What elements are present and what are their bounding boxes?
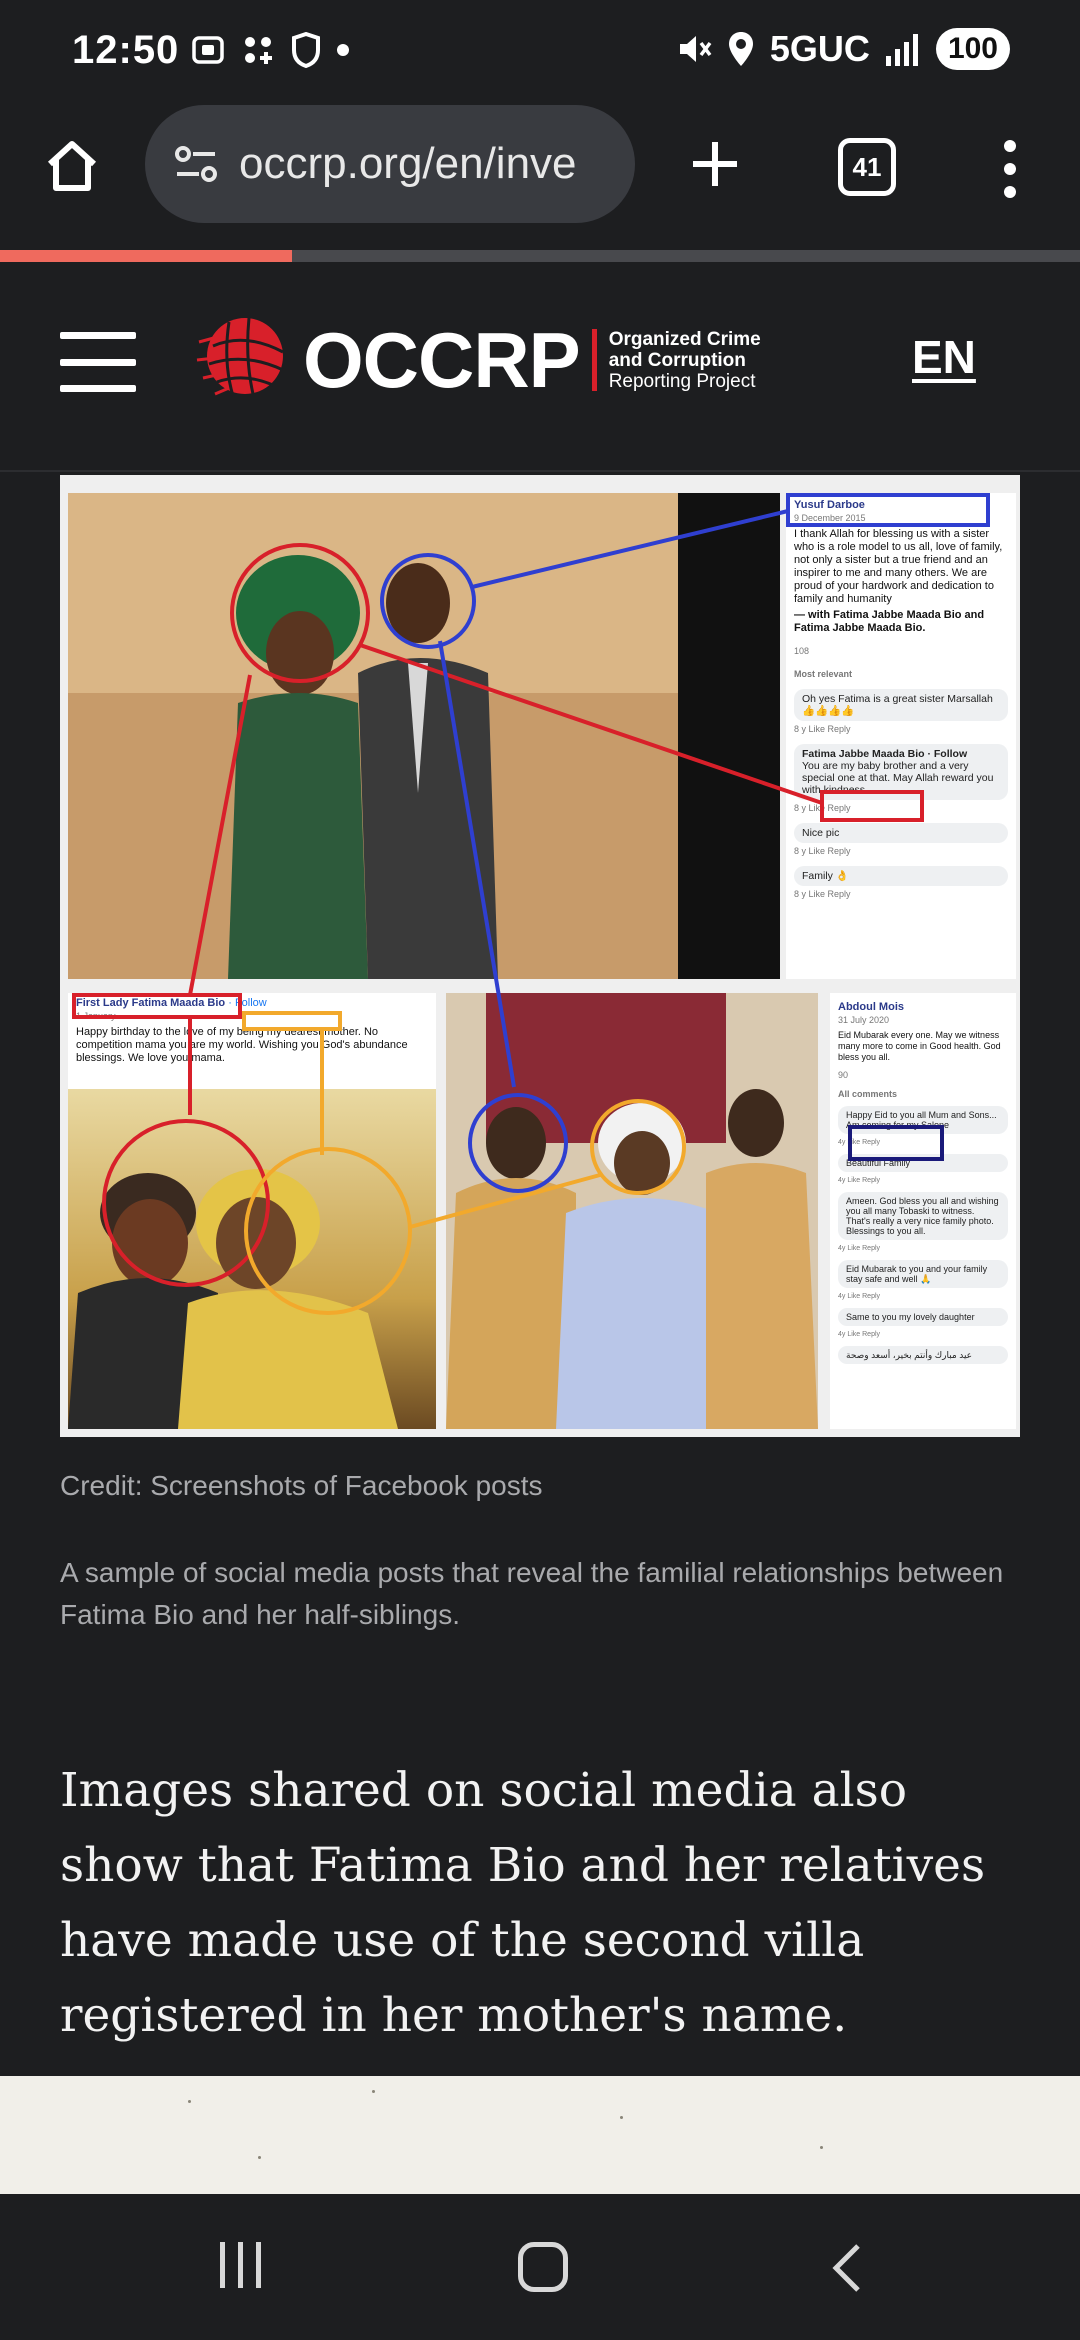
logo-divider [591,329,597,391]
figure-credit: Credit: Screenshots of Facebook posts [60,1470,543,1501]
comment: Oh yes Fatima is a great sister Marsalla… [794,689,1008,721]
page-load-progress [0,250,1080,262]
comment-sort: All comments [838,1089,898,1099]
tab-switcher-button[interactable]: 41 [838,138,896,196]
photo-family-illustration [446,993,818,1429]
screenshot-icon [192,36,224,64]
comment-sort: Most relevant [794,669,853,679]
photo-couple-illustration [68,493,780,979]
system-nav-bar [0,2194,1080,2340]
photo-couple [68,493,780,979]
post-author: Yusuf Darboe [794,499,865,511]
article-paragraph: Images shared on social media also show … [60,1763,986,2043]
signal-icon [885,34,918,66]
home-button[interactable] [36,130,108,202]
next-figure-top [0,2076,1080,2194]
shield-icon [292,32,320,68]
new-tab-button[interactable] [680,124,750,204]
comment: Ameen. God bless you all and wishing you… [838,1192,1008,1240]
photo-mother-daughter-illustration [68,1169,398,1429]
figure-caption: A sample of social media posts that reve… [60,1557,1004,1630]
back-icon [832,2244,860,2292]
comment: Nice pic [794,823,1008,843]
tab-count: 41 [852,151,882,182]
notification-icons [190,32,350,68]
location-icon [728,32,753,66]
post-tagged: — with Fatima Jabbe Maada Bio and Fatima… [794,609,985,634]
browser-menu-button[interactable] [990,134,1030,204]
language-switch[interactable]: EN [912,330,976,384]
photo-mother-daughter: First Lady Fatima Maada Bio · Follow 1 J… [68,993,436,1429]
comment: Same to you my lovely daughter [838,1308,1008,1326]
recent-apps-button[interactable] [220,2242,261,2288]
post-reactions: 90 [838,1070,849,1080]
network-label: 5GUC [769,28,870,69]
post-text: Eid Mubarak every one. May we witness ma… [838,1030,1001,1062]
comment: Fatima Jabbe Maada Bio · Follow You are m… [794,744,1008,800]
status-right: 5GUC 100 [676,28,1010,70]
logo-wordmark: OCCRP [303,315,581,404]
comment: Family 👌 [794,866,1008,886]
plus-icon [693,142,737,186]
globe-logo-icon [196,317,284,397]
site-settings-icon [175,146,217,182]
apps-icon [245,37,272,64]
system-home-button[interactable] [518,2242,568,2292]
comment: Eid Mubarak to you and your family stay … [838,1260,1008,1288]
article-figure[interactable]: Yusuf Darboe 9 December 2015 I thank All… [60,475,1020,1437]
facebook-post-abdoul: Abdoul Mois 31 July 2020 Eid Mubarak eve… [830,993,1016,1429]
logo-tagline: Organized Crime and Corruption Reporting… [608,328,761,392]
address-bar[interactable]: occrp.org/en/inve [145,105,635,223]
status-time: 12:50 [72,28,180,72]
site-header: OCCRP Organized Crime and Corruption Rep… [0,262,1080,472]
mute-icon [679,36,712,62]
progress-fill [0,250,292,262]
more-icon [1004,140,1016,152]
comment: عيد مبارك وأنتم بخير، أسعد وصحة [838,1346,1008,1364]
post-date: 31 July 2020 [838,1015,890,1025]
back-button[interactable] [828,2242,864,2299]
status-bar: 12:50 5GUC 100 [0,0,1080,100]
post-text: I thank Allah for blessing us with a sis… [794,528,1003,605]
dot-icon [337,44,349,56]
facebook-post-yusuf: Yusuf Darboe 9 December 2015 I thank All… [786,493,1016,979]
hamburger-menu-button[interactable] [60,332,136,392]
post-reactions: 108 [794,646,810,656]
home-icon [47,141,97,191]
photo-family-group [446,993,818,1429]
comment: Beautiful Family [838,1154,1008,1172]
occrp-logo[interactable]: OCCRP Organized Crime and Corruption Rep… [193,312,761,408]
comment: Happy Eid to you all Mum and Sons... Am … [838,1106,1008,1134]
post-author: Abdoul Mois [838,1001,904,1013]
url-text: occrp.org/en/inve [239,139,577,188]
post-date: 9 December 2015 [794,513,866,523]
battery-badge: 100 [935,28,1010,70]
browser-toolbar: occrp.org/en/inve 41 [0,100,1080,250]
